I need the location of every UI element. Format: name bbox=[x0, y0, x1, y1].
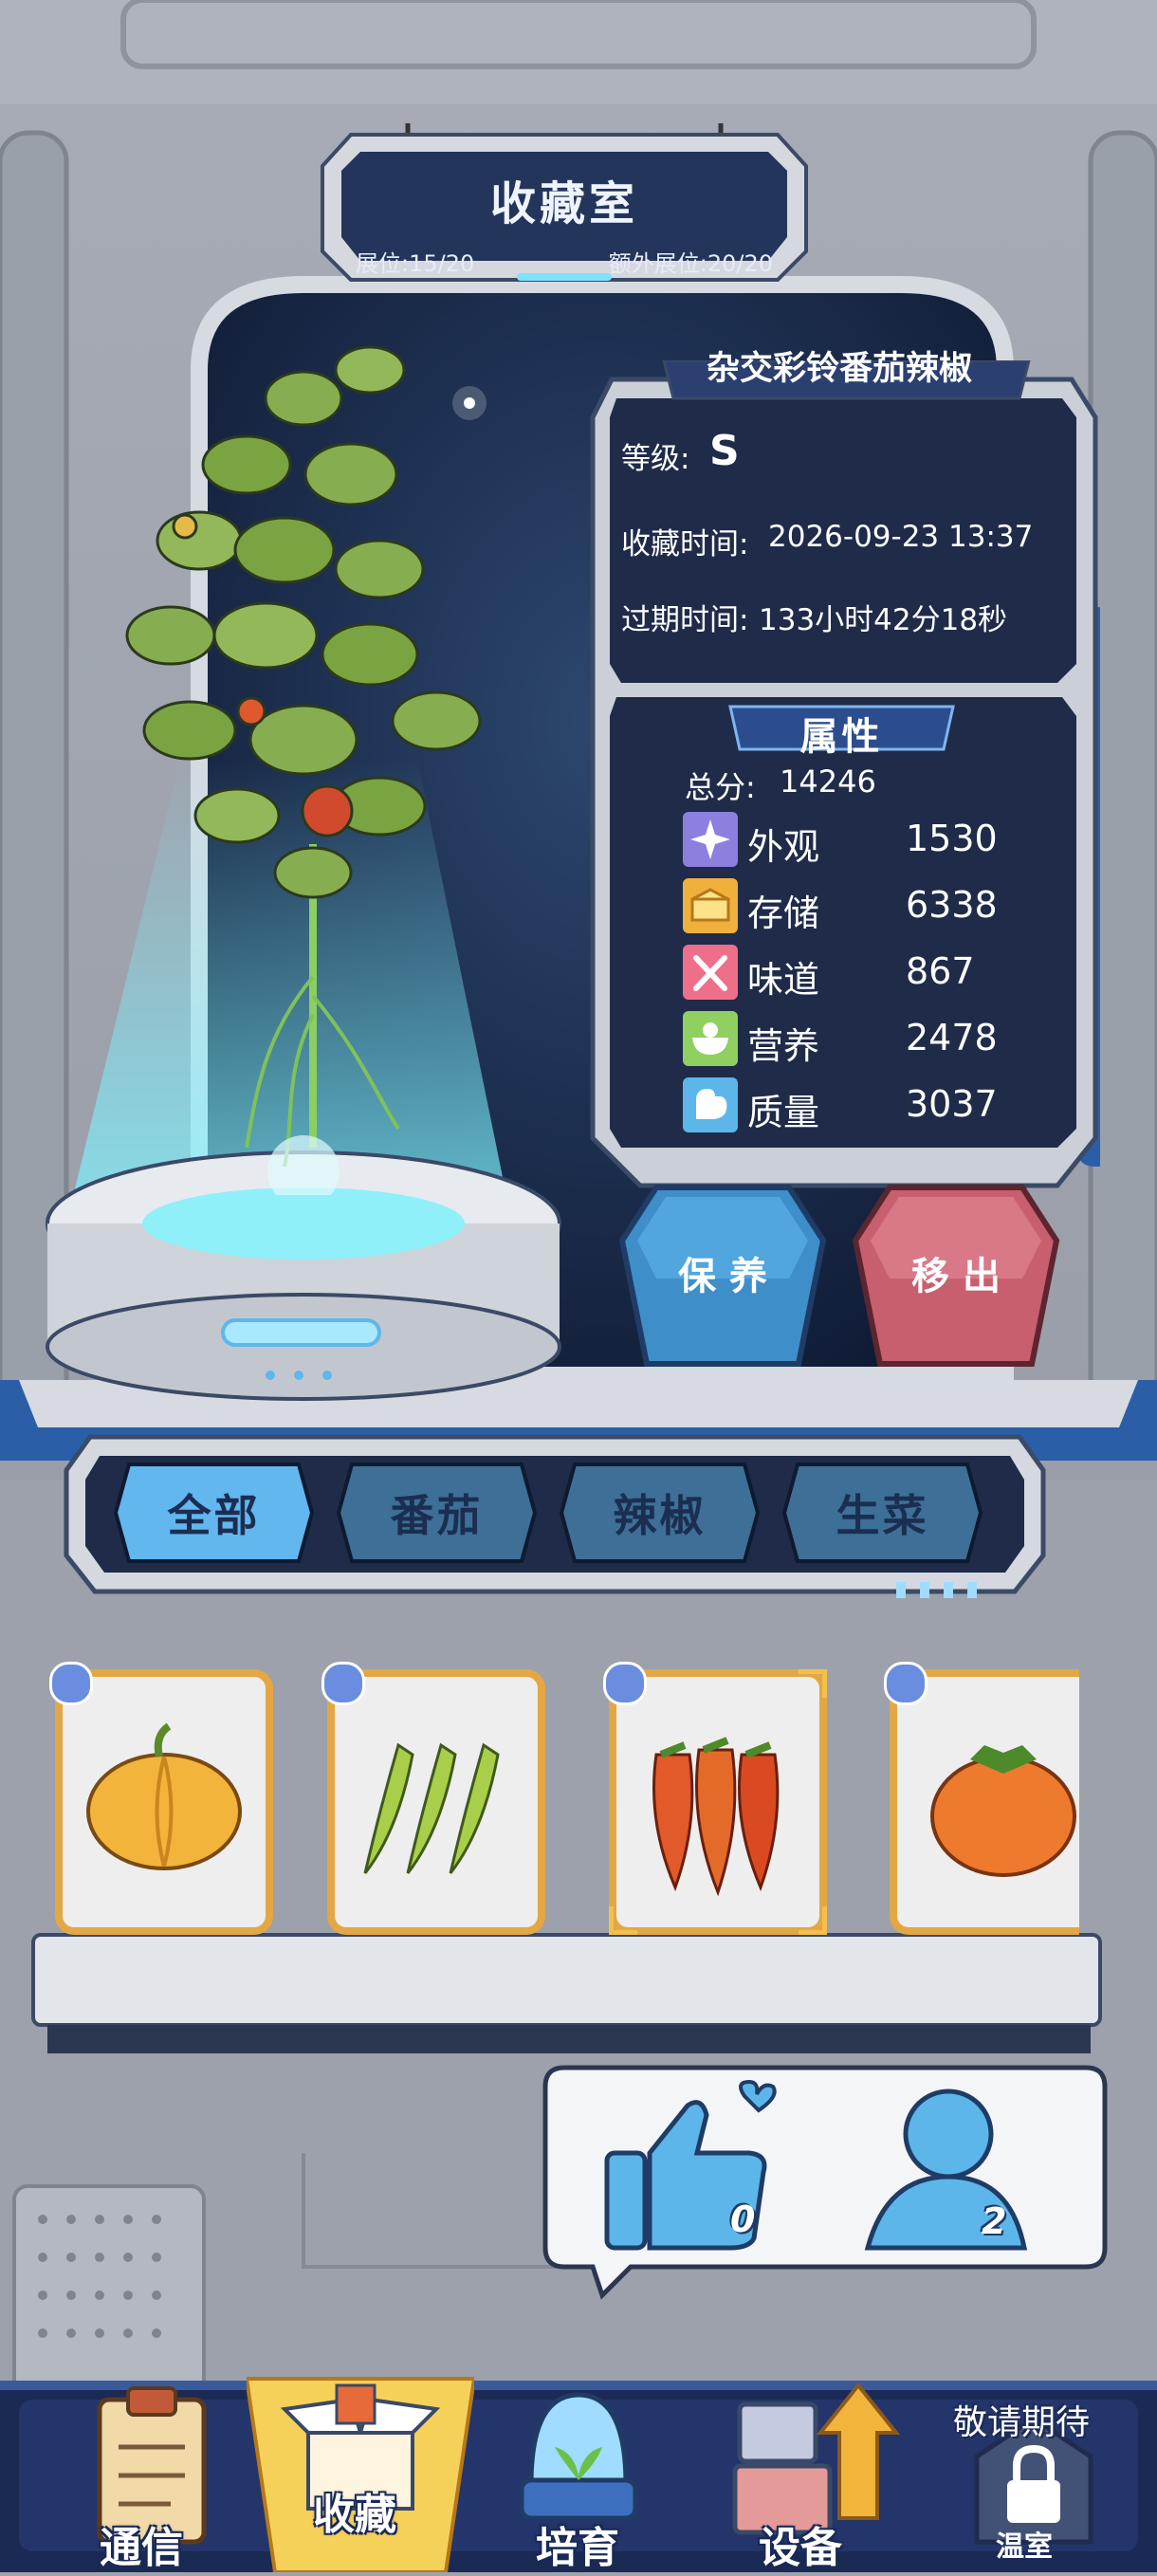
visitors-button[interactable]: 2 bbox=[858, 2082, 1029, 2257]
thumbs-up-icon bbox=[604, 2079, 777, 2251]
nav-label-cultivate: 培育 bbox=[536, 2524, 619, 2572]
attribute-row-storage: 存储 6338 bbox=[683, 878, 1005, 934]
tab-tomato-label: 番茄 bbox=[390, 1490, 484, 1541]
sparkle-icon bbox=[683, 812, 738, 867]
plant-name: 杂交彩铃番茄辣椒 bbox=[706, 350, 972, 388]
maintain-button-label: 保 养 bbox=[678, 1255, 767, 1298]
attribute-value: 6338 bbox=[906, 884, 998, 926]
collection-card-persimmon[interactable] bbox=[884, 1662, 1108, 1935]
clock-icon bbox=[49, 1662, 93, 1705]
attribute-name: 营养 bbox=[747, 1025, 820, 1067]
title-plaque: 收藏室 展位:15/20 额外展位:20/20 bbox=[313, 123, 816, 285]
coming-soon-label: 敬请期待 bbox=[953, 2403, 1091, 2442]
collection-card-chili-selected[interactable] bbox=[603, 1662, 832, 1940]
hybrid-plant-image[interactable] bbox=[95, 313, 531, 1195]
attributes-title: 属性 bbox=[799, 715, 884, 759]
maintain-button[interactable]: 保 养 bbox=[618, 1184, 827, 1369]
attribute-row-quality: 质量 3037 bbox=[683, 1077, 1005, 1133]
nav-label-devices: 设备 bbox=[759, 2524, 842, 2572]
nav-item-greenhouse[interactable]: 敬请期待 温室 bbox=[939, 2381, 1129, 2572]
collection-card-pumpkin[interactable] bbox=[49, 1662, 273, 1935]
like-count: 0 bbox=[730, 2199, 756, 2240]
expire-time-label: 过期时间: bbox=[621, 603, 749, 637]
collect-time-label: 收藏时间: bbox=[621, 527, 749, 561]
tab-all-label: 全部 bbox=[167, 1490, 261, 1541]
tab-lettuce-label: 生菜 bbox=[836, 1490, 929, 1541]
remove-button[interactable]: 移 出 bbox=[852, 1184, 1060, 1369]
nav-item-cultivate[interactable]: 培育 bbox=[493, 2381, 664, 2572]
attribute-row-appearance: 外观 1530 bbox=[683, 812, 1005, 868]
attribute-row-taste: 味道 867 bbox=[683, 945, 1005, 1001]
nutrition-icon bbox=[683, 1011, 738, 1066]
tab-lettuce[interactable]: 生菜 bbox=[781, 1461, 984, 1565]
collection-card-okra[interactable] bbox=[321, 1662, 545, 1935]
nav-label-collection: 收藏 bbox=[313, 2491, 396, 2539]
tab-tomato[interactable]: 番茄 bbox=[335, 1461, 539, 1565]
storage-box-icon bbox=[683, 878, 738, 933]
attribute-name: 存储 bbox=[747, 892, 820, 934]
grade-label: 等级: bbox=[621, 442, 690, 476]
clock-icon bbox=[603, 1662, 647, 1705]
attribute-value: 3037 bbox=[906, 1083, 998, 1125]
clock-icon bbox=[884, 1662, 927, 1705]
clock-icon bbox=[321, 1662, 365, 1705]
carrot-chili-icon bbox=[652, 1737, 780, 1897]
attribute-name: 味道 bbox=[747, 959, 820, 1001]
remove-button-label: 移 出 bbox=[911, 1255, 1001, 1298]
like-button[interactable]: 0 bbox=[597, 2077, 787, 2257]
attribute-name: 质量 bbox=[747, 1092, 820, 1133]
attribute-value: 867 bbox=[906, 950, 975, 992]
utensils-icon bbox=[683, 945, 738, 1000]
collect-time-value: 2026-09-23 13:37 bbox=[768, 520, 1034, 554]
nav-item-messages[interactable]: 通信 bbox=[57, 2381, 247, 2572]
visitor-count: 2 bbox=[982, 2200, 1007, 2242]
nav-label-greenhouse: 温室 bbox=[996, 2530, 1053, 2564]
tab-all[interactable]: 全部 bbox=[112, 1461, 316, 1565]
tab-chili[interactable]: 辣椒 bbox=[558, 1461, 762, 1565]
nav-item-collection[interactable]: 收藏 bbox=[247, 2371, 474, 2572]
nav-item-devices[interactable]: 设备 bbox=[721, 2376, 910, 2572]
expire-time-value: 133小时42分18秒 bbox=[759, 603, 1008, 637]
extra-slots-count: 额外展位:20/20 bbox=[608, 250, 773, 277]
attribute-value: 2478 bbox=[906, 1017, 998, 1058]
total-score-value: 14246 bbox=[780, 764, 876, 800]
attribute-name: 外观 bbox=[747, 826, 820, 868]
attribute-value: 1530 bbox=[906, 818, 998, 859]
tab-chili-label: 辣椒 bbox=[613, 1490, 707, 1541]
nav-label-messages: 通信 bbox=[100, 2524, 183, 2572]
attribute-row-nutrition: 营养 2478 bbox=[683, 1011, 1005, 1067]
page-title: 收藏室 bbox=[489, 177, 638, 230]
total-score-label: 总分: bbox=[685, 769, 756, 805]
grade-value: S bbox=[709, 427, 740, 475]
muscle-icon bbox=[683, 1077, 738, 1132]
slots-count: 展位:15/20 bbox=[356, 250, 475, 277]
